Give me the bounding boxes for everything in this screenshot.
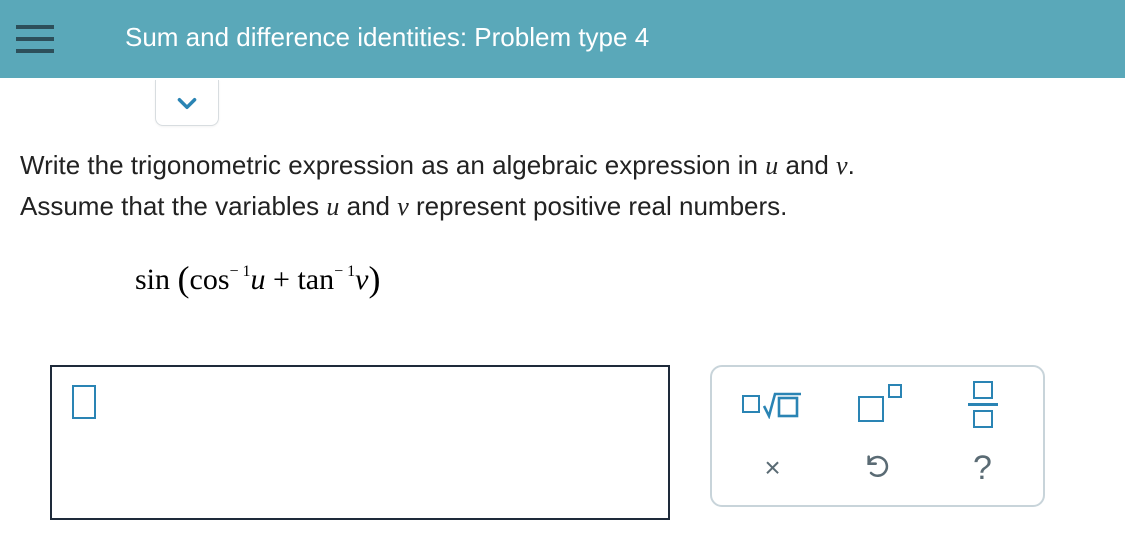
input-cursor-box	[72, 385, 96, 419]
undo-button[interactable]	[828, 439, 928, 497]
sup: − 1	[230, 263, 251, 280]
op-plus: +	[266, 263, 298, 296]
fn-tan: tan	[297, 263, 334, 296]
keypad-row-tools	[720, 375, 1035, 433]
sqrt-button[interactable]	[723, 375, 823, 433]
problem-content: Write the trigonometric expression as an…	[20, 145, 1105, 298]
var-v: v	[397, 192, 409, 221]
close-icon: ×	[764, 452, 780, 484]
text: represent positive real numbers.	[409, 191, 788, 221]
header-titles: Sum and difference identities: Problem t…	[70, 22, 649, 57]
exponent-icon	[854, 384, 902, 424]
math-keypad: × ?	[710, 365, 1045, 507]
fn-sin: sin	[135, 263, 170, 296]
text: Assume that the variables	[20, 191, 326, 221]
chevron-down-icon	[174, 90, 200, 116]
fn-cos: cos	[190, 263, 230, 296]
exponent-button[interactable]	[828, 375, 928, 433]
text: and	[339, 191, 397, 221]
sqrt-icon	[742, 389, 803, 419]
keypad-row-actions: × ?	[720, 439, 1035, 497]
var-u: u	[326, 192, 339, 221]
var-u: u	[251, 263, 266, 296]
fraction-icon	[968, 381, 998, 428]
sup: − 1	[334, 263, 355, 280]
var-v: v	[355, 263, 368, 296]
undo-icon	[864, 452, 892, 485]
var-u: u	[765, 151, 778, 180]
help-icon: ?	[973, 449, 992, 488]
answer-area: × ?	[50, 365, 1045, 520]
text: and	[778, 150, 836, 180]
var-v: v	[836, 151, 848, 180]
expand-toggle[interactable]	[155, 80, 219, 126]
fraction-button[interactable]	[933, 375, 1033, 433]
text: Write the trigonometric expression as an…	[20, 150, 765, 180]
answer-input[interactable]	[50, 365, 670, 520]
topic-title: Sum and difference identities: Problem t…	[125, 22, 649, 53]
text: .	[848, 150, 855, 180]
help-button[interactable]: ?	[933, 439, 1033, 497]
problem-statement: Write the trigonometric expression as an…	[20, 145, 1105, 228]
math-expression: sin (cos− 1u + tan− 1v)	[135, 256, 1105, 298]
app-header: Sum and difference identities: Problem t…	[0, 0, 1125, 78]
menu-icon[interactable]	[0, 0, 70, 78]
clear-button[interactable]: ×	[723, 439, 823, 497]
